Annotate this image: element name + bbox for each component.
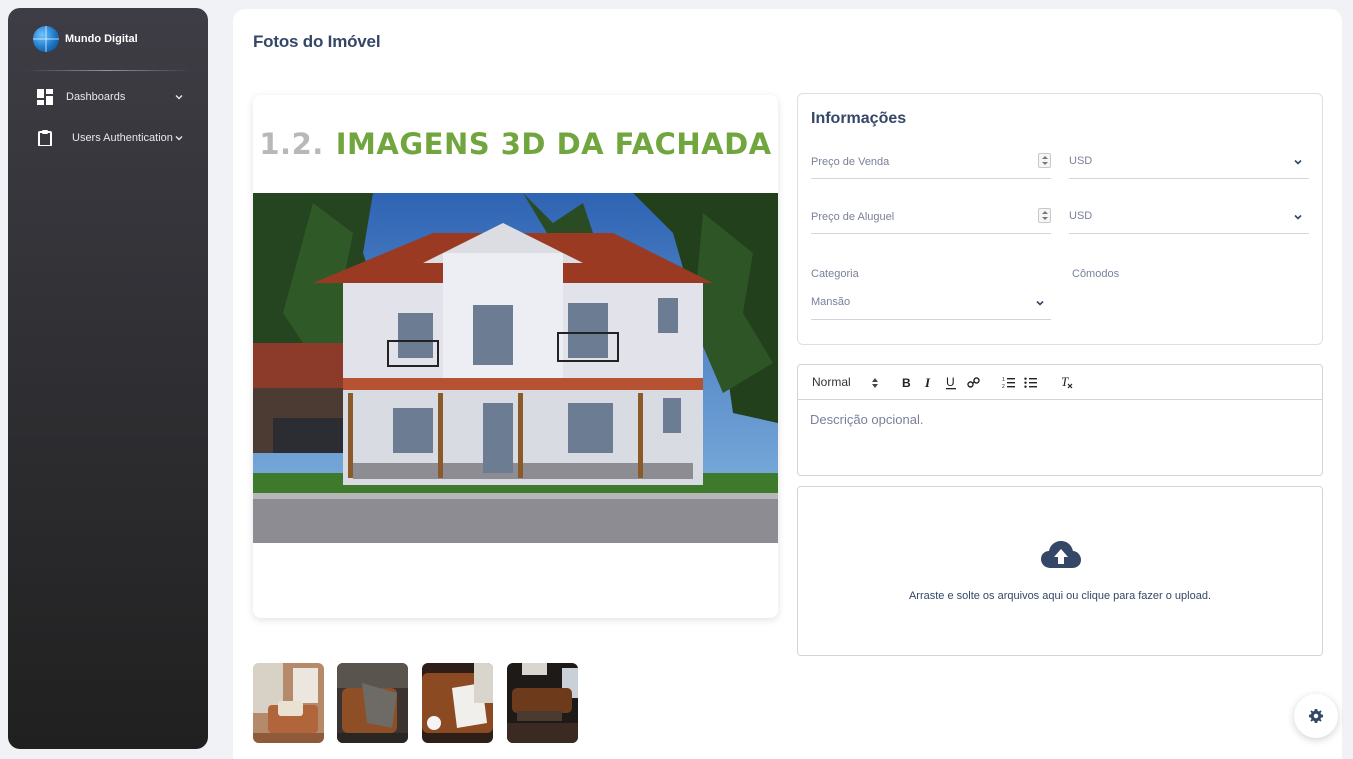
format-select[interactable]: Normal (812, 375, 851, 389)
number-spinner-icon[interactable] (1038, 208, 1051, 223)
chevron-down-icon (1294, 214, 1302, 220)
category-label: Categoria (811, 268, 859, 280)
rooms-label: Cômodos (1072, 268, 1120, 280)
chevron-down-icon (1036, 300, 1044, 306)
brand-name: Mundo Digital (65, 33, 138, 45)
rent-price-label: Preço de Aluguel (811, 211, 895, 223)
svg-text:U: U (946, 375, 955, 389)
upload-dropzone[interactable]: Arraste e solte os arquivos aqui ou cliq… (797, 486, 1323, 656)
rent-price-input[interactable]: Preço de Aluguel (811, 204, 1051, 234)
info-card: Informações Preço de Venda USD Preço de … (797, 93, 1323, 345)
bold-icon[interactable]: B (901, 376, 913, 389)
thumbnail-1[interactable] (253, 663, 324, 743)
description-editor: Normal B I U 1 2 T Descrição opcional. (797, 364, 1323, 476)
select-arrows-icon (872, 378, 878, 388)
editor-toolbar: Normal B I U 1 2 T (798, 365, 1322, 400)
settings-button[interactable] (1294, 694, 1338, 738)
rent-currency-value: USD (1069, 210, 1093, 222)
svg-text:1: 1 (1002, 377, 1005, 383)
gear-icon (1309, 709, 1323, 723)
chevron-down-icon (175, 95, 183, 100)
italic-icon[interactable]: I (923, 376, 935, 389)
number-spinner-icon[interactable] (1038, 153, 1051, 168)
category-value: Mansão (811, 296, 851, 308)
ordered-list-icon[interactable]: 1 2 (1002, 376, 1015, 389)
description-textarea[interactable]: Descrição opcional. (810, 412, 923, 427)
category-select[interactable]: Mansão (811, 290, 1051, 320)
link-icon[interactable] (967, 376, 980, 389)
bullet-list-icon[interactable] (1024, 376, 1037, 389)
featured-photo-heading: 1.2. IMAGENS 3D DA FACHADA (253, 95, 778, 193)
main-card: Fotos do Imóvel 1.2. IMAGENS 3D DA FACHA… (233, 9, 1342, 759)
cloud-upload-icon (1041, 541, 1081, 568)
sidebar-item-users-authentication[interactable]: Users Authentication (8, 121, 208, 155)
rent-currency-select[interactable]: USD (1069, 204, 1309, 234)
sidebar-item-dashboards[interactable]: Dashboards (8, 80, 208, 114)
heading-text: IMAGENS 3D DA FACHADA (335, 127, 772, 161)
clear-format-icon[interactable]: T (1060, 375, 1073, 389)
chevron-down-icon (1294, 159, 1302, 165)
featured-photo[interactable]: 1.2. IMAGENS 3D DA FACHADA (253, 95, 778, 618)
underline-icon[interactable]: U (945, 375, 957, 390)
house-render-image (253, 193, 778, 543)
svg-text:2: 2 (1002, 384, 1005, 389)
sidebar-item-label: Users Authentication (72, 132, 173, 144)
svg-text:B: B (902, 376, 911, 389)
globe-logo-icon (33, 26, 59, 52)
sidebar-divider (24, 70, 192, 71)
info-title: Informações (811, 110, 907, 127)
svg-text:I: I (924, 376, 931, 389)
thumbnail-2[interactable] (337, 663, 408, 743)
sale-currency-value: USD (1069, 155, 1093, 167)
upload-instructions: Arraste e solte os arquivos aqui ou cliq… (908, 590, 1212, 602)
sale-price-input[interactable]: Preço de Venda (811, 149, 1051, 179)
sidebar: Mundo Digital Dashboards Users Authentic… (8, 8, 208, 749)
svg-text:T: T (1061, 375, 1069, 389)
sale-price-label: Preço de Venda (811, 156, 890, 168)
dashboard-icon (37, 89, 53, 105)
chevron-down-icon (175, 136, 183, 141)
thumbnail-4[interactable] (507, 663, 578, 743)
heading-number: 1.2. (259, 127, 324, 161)
sidebar-item-label: Dashboards (66, 91, 126, 103)
brand[interactable]: Mundo Digital (8, 8, 208, 70)
thumbnail-3[interactable] (422, 663, 493, 743)
page-title: Fotos do Imóvel (253, 32, 381, 51)
clipboard-icon (38, 130, 52, 146)
sale-currency-select[interactable]: USD (1069, 149, 1309, 179)
